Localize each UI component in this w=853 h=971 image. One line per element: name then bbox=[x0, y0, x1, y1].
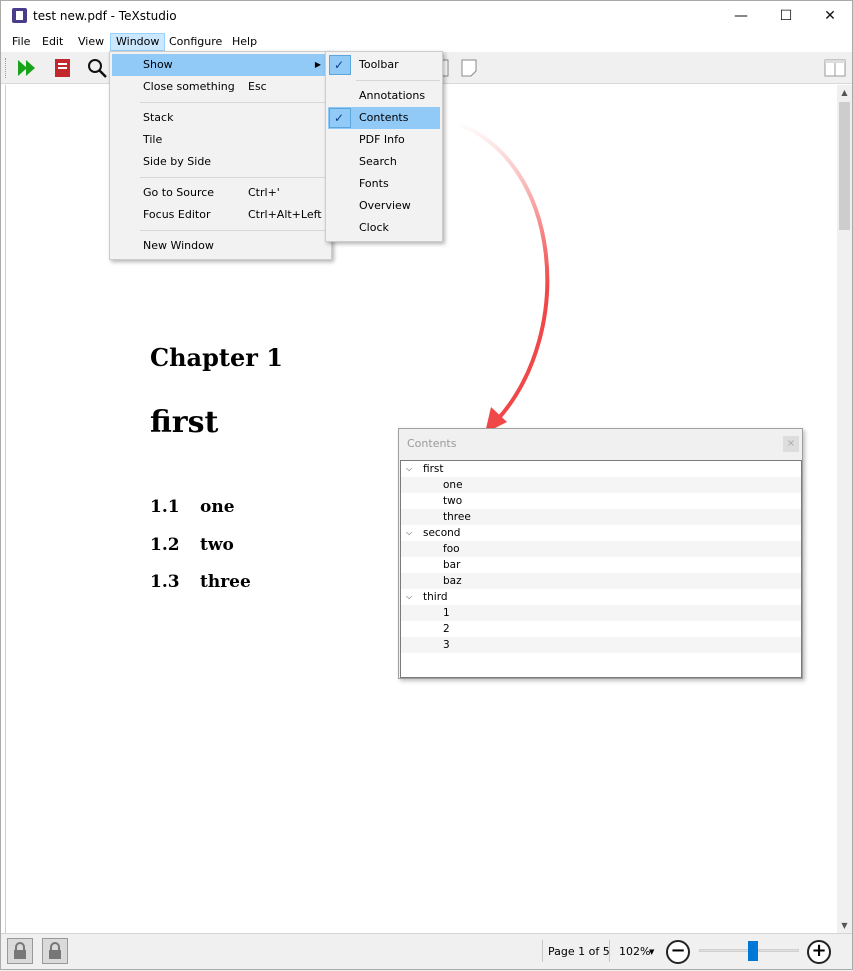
tree-item-label: third bbox=[423, 591, 448, 603]
menu-item-label: Side by Side bbox=[143, 155, 212, 168]
menu-item-stack[interactable]: Stack bbox=[112, 107, 329, 129]
zoom-slider-thumb[interactable] bbox=[748, 941, 758, 961]
tree-item-label: two bbox=[443, 495, 463, 507]
menu-item-label: Stack bbox=[143, 111, 174, 124]
tree-item-label: one bbox=[443, 479, 463, 491]
menu-item-focus-editor[interactable]: Focus Editor Ctrl+Alt+Left bbox=[112, 204, 329, 226]
tree-item-baz[interactable]: baz bbox=[401, 573, 801, 589]
checkmark-icon: ✓ bbox=[334, 58, 345, 72]
tree-item-first[interactable]: ⌵ first bbox=[401, 461, 801, 477]
contents-panel-title: Contents bbox=[407, 437, 457, 450]
status-separator bbox=[542, 940, 543, 962]
menu-item-label: Toolbar bbox=[359, 58, 399, 71]
collapse-chevron-icon[interactable]: ⌵ bbox=[406, 589, 412, 605]
tree-item-third[interactable]: ⌵ third bbox=[401, 589, 801, 605]
menu-item-shortcut: Ctrl+Alt+Left bbox=[248, 208, 322, 221]
tree-item-label: foo bbox=[443, 543, 460, 555]
tree-item-label: 3 bbox=[443, 639, 450, 651]
menu-item-label: Tile bbox=[143, 133, 163, 146]
zoom-out-button[interactable]: − bbox=[666, 940, 690, 964]
panel-close-icon[interactable]: × bbox=[783, 436, 799, 452]
tree-item-label: bar bbox=[443, 559, 461, 571]
scroll-lock-icon[interactable] bbox=[42, 938, 68, 964]
submenu-item-toolbar[interactable]: ✓ Toolbar bbox=[328, 54, 440, 76]
menu-item-go-to-source[interactable]: Go to Source Ctrl+' bbox=[112, 182, 329, 204]
menu-item-label: Fonts bbox=[359, 177, 389, 190]
menu-item-label: Contents bbox=[359, 111, 409, 124]
window-menu-dropdown: Show ▶ Close something Esc Stack Tile Si… bbox=[109, 51, 332, 260]
menu-item-label: Show bbox=[143, 58, 173, 71]
tree-item-three[interactable]: three bbox=[401, 509, 801, 525]
show-submenu: ✓ Toolbar Annotations ✓ Contents PDF Inf… bbox=[325, 51, 443, 242]
menu-item-side-by-side[interactable]: Side by Side bbox=[112, 151, 329, 173]
status-separator bbox=[609, 940, 610, 962]
menu-separator bbox=[140, 177, 328, 178]
menu-item-close-something[interactable]: Close something Esc bbox=[112, 76, 329, 98]
tree-item-2[interactable]: 2 bbox=[401, 621, 801, 637]
tree-item-second[interactable]: ⌵ second bbox=[401, 525, 801, 541]
page-indicator: Page 1 of 5 bbox=[548, 945, 610, 958]
menu-item-label: PDF Info bbox=[359, 133, 405, 146]
submenu-item-pdf-info[interactable]: PDF Info bbox=[328, 129, 440, 151]
tree-item-foo[interactable]: foo bbox=[401, 541, 801, 557]
app-window: test new.pdf - TeXstudio — ☐ ✕ File Edit… bbox=[0, 0, 853, 970]
menu-item-label: New Window bbox=[143, 239, 214, 252]
tree-item-two[interactable]: two bbox=[401, 493, 801, 509]
tree-item-label: three bbox=[443, 511, 471, 523]
submenu-item-clock[interactable]: Clock bbox=[328, 217, 440, 239]
zoom-level-dropdown[interactable]: 102% bbox=[619, 945, 650, 958]
menu-item-label: Overview bbox=[359, 199, 411, 212]
menu-separator bbox=[356, 80, 440, 81]
contents-tree[interactable]: ⌵ first one two three ⌵ second foo bar b… bbox=[400, 460, 802, 678]
submenu-item-contents[interactable]: ✓ Contents bbox=[328, 107, 440, 129]
tree-item-one[interactable]: one bbox=[401, 477, 801, 493]
tree-item-label: second bbox=[423, 527, 461, 539]
tree-item-label: baz bbox=[443, 575, 462, 587]
submenu-item-fonts[interactable]: Fonts bbox=[328, 173, 440, 195]
menu-item-shortcut: Ctrl+' bbox=[248, 186, 280, 199]
menu-item-show[interactable]: Show ▶ bbox=[112, 54, 329, 76]
dropdown-arrow-icon[interactable]: ▼ bbox=[649, 948, 654, 956]
submenu-item-overview[interactable]: Overview bbox=[328, 195, 440, 217]
tree-item-label: first bbox=[423, 463, 444, 475]
tree-item-label: 1 bbox=[443, 607, 450, 619]
tree-item-1[interactable]: 1 bbox=[401, 605, 801, 621]
menu-item-label: Clock bbox=[359, 221, 389, 234]
menu-separator bbox=[140, 102, 328, 103]
menu-item-label: Search bbox=[359, 155, 397, 168]
menu-item-tile[interactable]: Tile bbox=[112, 129, 329, 151]
menu-item-label: Focus Editor bbox=[143, 208, 211, 221]
zoom-in-button[interactable]: + bbox=[807, 940, 831, 964]
submenu-item-annotations[interactable]: Annotations bbox=[328, 85, 440, 107]
submenu-arrow-icon: ▶ bbox=[314, 60, 321, 69]
tree-item-label: 2 bbox=[443, 623, 450, 635]
submenu-item-search[interactable]: Search bbox=[328, 151, 440, 173]
menu-item-label: Annotations bbox=[359, 89, 426, 102]
menu-item-label: Close something bbox=[143, 80, 235, 93]
sync-lock-icon[interactable] bbox=[7, 938, 33, 964]
menu-separator bbox=[140, 230, 328, 231]
tree-item-3[interactable]: 3 bbox=[401, 637, 801, 653]
menu-item-label: Go to Source bbox=[143, 186, 215, 199]
menu-item-new-window[interactable]: New Window bbox=[112, 235, 329, 257]
collapse-chevron-icon[interactable]: ⌵ bbox=[406, 461, 412, 477]
menu-item-shortcut: Esc bbox=[248, 80, 267, 93]
checkmark-icon: ✓ bbox=[334, 111, 345, 125]
tree-item-bar[interactable]: bar bbox=[401, 557, 801, 573]
collapse-chevron-icon[interactable]: ⌵ bbox=[406, 525, 412, 541]
contents-panel: Contents × ⌵ first one two three ⌵ secon… bbox=[398, 428, 803, 679]
